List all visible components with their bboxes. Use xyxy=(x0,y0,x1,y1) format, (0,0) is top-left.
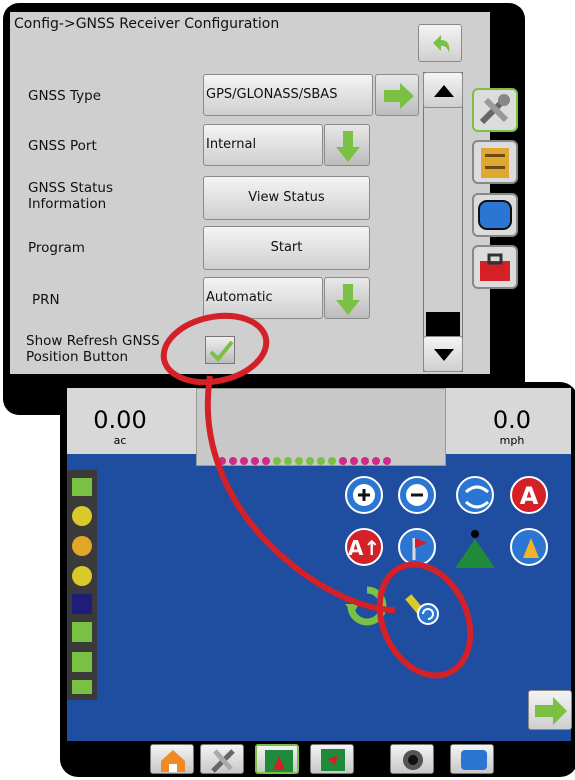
arrow-right-icon xyxy=(384,83,414,109)
speed-value: 0.0 xyxy=(492,406,532,434)
view-status-label: View Status xyxy=(248,190,325,205)
map-tab-button[interactable] xyxy=(310,744,354,774)
back-arrow-icon xyxy=(433,35,450,53)
guidance-icon xyxy=(265,750,293,772)
page-title: Config->GNSS Receiver Configuration xyxy=(14,16,280,32)
arrow-down-icon xyxy=(336,131,360,162)
console-icon xyxy=(461,750,487,770)
curve-icon xyxy=(464,485,490,509)
flag-icon xyxy=(412,538,427,560)
heading-button[interactable] xyxy=(510,528,548,566)
droplet-icon[interactable] xyxy=(72,652,92,672)
gnss-type-value: GPS/GLONASS/SBAS xyxy=(206,87,338,102)
home-icon xyxy=(161,750,185,772)
section-icon[interactable] xyxy=(72,506,92,526)
tool-icon[interactable] xyxy=(72,594,92,614)
show-refresh-checkbox[interactable] xyxy=(205,336,235,364)
rate-icon[interactable] xyxy=(72,536,92,556)
boom-small-icon[interactable] xyxy=(72,680,92,694)
tools-icon xyxy=(211,749,235,773)
program-start-button[interactable]: Start xyxy=(203,226,370,270)
marker-button[interactable] xyxy=(398,528,436,566)
tools-icon xyxy=(479,94,510,125)
warning-icon[interactable] xyxy=(72,566,92,586)
back-button[interactable] xyxy=(418,24,462,62)
vehicle-marker-button[interactable] xyxy=(452,530,498,570)
gnss-port-dropdown-button[interactable] xyxy=(324,124,370,166)
gnss-status-label: GNSS Status Information xyxy=(28,180,114,212)
toolbox-icon xyxy=(480,253,510,281)
console-icon xyxy=(478,200,512,230)
vehicle-icon[interactable] xyxy=(72,622,92,642)
refresh-gnss-button[interactable] xyxy=(398,582,448,632)
prn-dropdown-button[interactable] xyxy=(324,277,370,319)
next-page-button[interactable] xyxy=(528,690,572,730)
curved-guidance-button[interactable] xyxy=(456,476,494,514)
vehicle-triangle-icon xyxy=(455,530,495,568)
tab-storage[interactable] xyxy=(472,140,518,184)
checkmark-icon xyxy=(209,340,234,362)
gnss-port-label: GNSS Port xyxy=(28,138,97,154)
scroll-thumb[interactable] xyxy=(426,312,460,336)
tab-console[interactable] xyxy=(472,193,518,237)
pointer-icon xyxy=(523,538,539,558)
speed-unit: mph xyxy=(499,434,525,447)
gnss-port-field[interactable]: Internal xyxy=(203,124,323,166)
home-button[interactable] xyxy=(150,744,194,774)
zoom-out-icon xyxy=(406,484,428,506)
arrow-down-icon xyxy=(336,284,360,315)
gnss-type-next-button[interactable] xyxy=(375,74,419,116)
tab-tools[interactable] xyxy=(472,88,518,132)
camera-tab-button[interactable] xyxy=(390,744,434,774)
zoom-out-button[interactable] xyxy=(398,476,436,514)
prn-field[interactable]: Automatic xyxy=(203,277,323,319)
file-cabinet-icon xyxy=(481,148,509,178)
scroll-down-button[interactable] xyxy=(423,336,463,372)
satellite-refresh-icon xyxy=(405,594,439,625)
tab-toolbox[interactable] xyxy=(472,245,518,289)
rotate-icon xyxy=(345,586,387,626)
program-label: Program xyxy=(28,240,85,256)
camera-icon xyxy=(403,750,423,770)
show-refresh-label: Show Refresh GNSS Position Button xyxy=(26,333,160,365)
prn-label: PRN xyxy=(32,292,60,308)
area-value: 0.00 xyxy=(93,406,147,434)
mark-a-button[interactable]: A xyxy=(510,476,548,514)
lightbar-leds xyxy=(218,457,391,465)
prn-value: Automatic xyxy=(206,290,273,305)
zoom-in-button[interactable] xyxy=(345,476,383,514)
gnss-type-field[interactable]: GPS/GLONASS/SBAS xyxy=(203,74,373,116)
area-unit: ac xyxy=(113,434,127,447)
rotate-view-button[interactable] xyxy=(345,584,389,628)
triangle-up-icon xyxy=(434,85,454,97)
nudge-a-button[interactable]: A↑ xyxy=(345,528,383,566)
boom-icon[interactable] xyxy=(72,478,92,496)
program-start-label: Start xyxy=(270,240,303,255)
arrow-right-icon xyxy=(535,697,567,725)
zoom-in-icon xyxy=(353,484,375,506)
scroll-up-button[interactable] xyxy=(423,72,463,108)
console-tab-button[interactable] xyxy=(450,744,494,774)
triangle-down-icon xyxy=(434,349,454,361)
view-status-button[interactable]: View Status xyxy=(203,176,370,220)
guidance-tab-button[interactable] xyxy=(255,744,299,774)
gnss-port-value: Internal xyxy=(206,137,257,152)
gnss-type-label: GNSS Type xyxy=(28,88,101,104)
tools-tab-button[interactable] xyxy=(200,744,244,774)
map-icon xyxy=(321,749,345,771)
